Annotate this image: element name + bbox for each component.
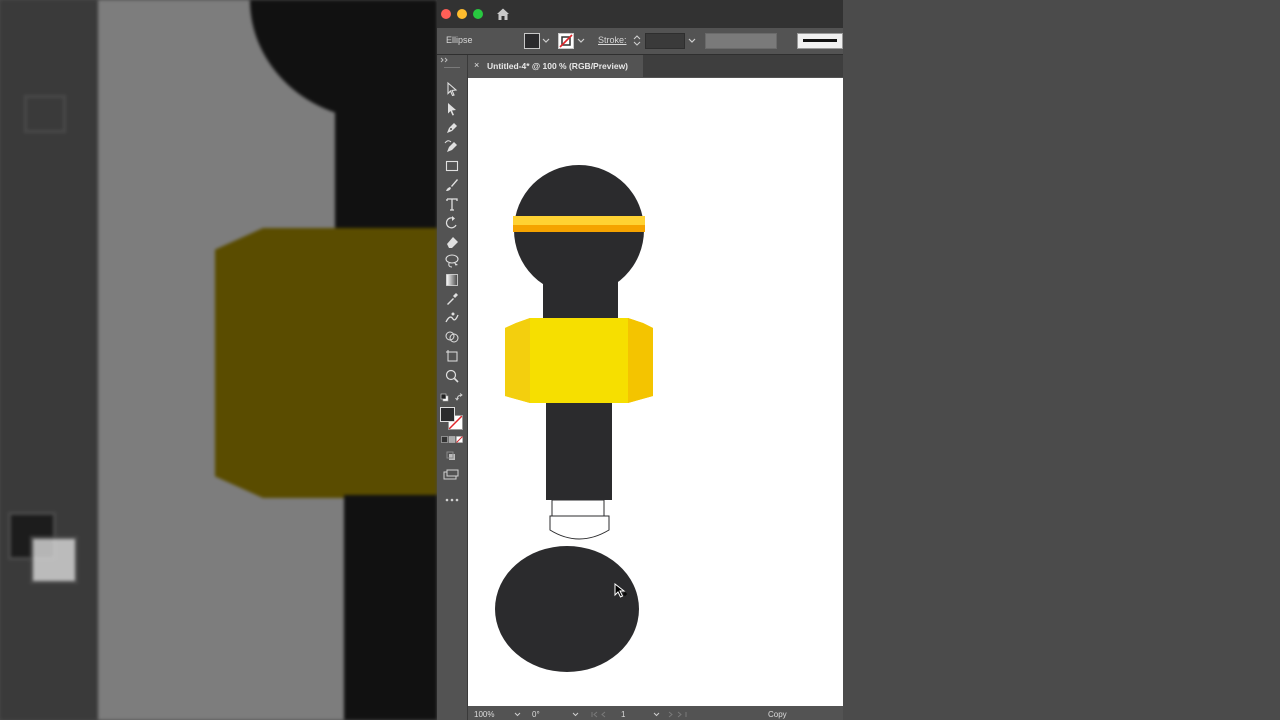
zoom-tool-icon[interactable]: [444, 368, 460, 384]
swap-colors-icon[interactable]: [455, 393, 464, 402]
brush-stroke-preview: [803, 39, 837, 42]
illustrator-window: Ellipse Stroke: × Untitled-4* @ 100 % (R…: [437, 0, 843, 720]
puppet-warp-tool-icon[interactable]: [444, 310, 460, 326]
close-tab-icon[interactable]: ×: [474, 60, 479, 70]
collapse-panel-icon[interactable]: [440, 57, 450, 63]
previous-artboard-icon[interactable]: [591, 711, 617, 718]
tools-panel: [437, 55, 468, 720]
rectangle-tool-icon[interactable]: [444, 158, 460, 174]
curvature-tool-icon[interactable]: [444, 139, 460, 155]
document-tab-bar: × Untitled-4* @ 100 % (RGB/Preview): [468, 55, 843, 77]
document-tab[interactable]: × Untitled-4* @ 100 % (RGB/Preview): [468, 55, 643, 77]
background-stroke-swatch: [30, 536, 78, 584]
background-zoomed-artwork: [0, 0, 437, 720]
home-icon[interactable]: [495, 6, 511, 22]
draw-modes-icon[interactable]: [446, 451, 457, 462]
selection-tool-icon[interactable]: [444, 81, 460, 97]
background-mic-band: [215, 228, 437, 498]
rotate-tool-icon[interactable]: [444, 215, 460, 231]
shape-builder-tool-icon[interactable]: [444, 329, 460, 345]
default-colors-icon[interactable]: [440, 393, 449, 402]
mic-connector-bottom[interactable]: [549, 515, 610, 540]
next-artboard-icon[interactable]: [666, 711, 692, 718]
stroke-dropdown-chevron-icon[interactable]: [577, 38, 585, 44]
stroke-weight-chevron-icon[interactable]: [688, 38, 696, 44]
pen-tool-icon[interactable]: [444, 120, 460, 136]
zoom-level[interactable]: 100%: [474, 710, 494, 719]
mic-band-right-facet: [628, 318, 653, 403]
background-mic-neck: [335, 100, 437, 240]
eraser-tool-icon[interactable]: [444, 234, 460, 250]
mic-connector-top[interactable]: [551, 499, 605, 517]
artboard-chevron-icon[interactable]: [653, 712, 660, 717]
control-bar: Ellipse Stroke:: [437, 28, 843, 55]
background-gradient-icon: [24, 95, 66, 133]
brush-definition[interactable]: [797, 33, 843, 49]
gradient-tool-icon[interactable]: [444, 272, 460, 288]
zoom-window-button[interactable]: [473, 9, 483, 19]
artboard-tool-icon[interactable]: [444, 348, 460, 364]
stroke-weight-input[interactable]: [645, 33, 685, 49]
lasso-tool-icon[interactable]: [444, 253, 460, 269]
stroke-label[interactable]: Stroke:: [598, 35, 627, 45]
fill-stroke-icon[interactable]: [440, 407, 464, 431]
more-tools-icon[interactable]: [445, 498, 459, 502]
background-mic-shaft: [344, 495, 437, 720]
mic-stripe-yellow[interactable]: [513, 216, 645, 225]
artboard-number[interactable]: 1: [621, 710, 625, 719]
fill-indicator[interactable]: [440, 407, 455, 422]
selected-ellipse[interactable]: [495, 546, 639, 672]
stroke-weight-stepper-icon[interactable]: [633, 34, 641, 47]
mouse-cursor-icon: [614, 583, 627, 598]
direct-selection-tool-icon[interactable]: [444, 101, 460, 117]
eyedropper-tool-icon[interactable]: [444, 291, 460, 307]
rotation-angle[interactable]: 0°: [532, 710, 540, 719]
variable-width-profile[interactable]: [705, 33, 777, 49]
paintbrush-tool-icon[interactable]: [444, 177, 460, 193]
fill-dropdown-chevron-icon[interactable]: [542, 38, 550, 44]
mic-stripe-orange[interactable]: [513, 225, 645, 232]
title-bar: [437, 0, 843, 28]
artwork: [495, 165, 653, 672]
background-toolbar: [0, 0, 98, 720]
mic-band-left-facet: [505, 318, 530, 403]
stroke-swatch[interactable]: [558, 33, 574, 49]
type-tool-icon[interactable]: [444, 196, 460, 212]
color-modes-icon[interactable]: [441, 436, 463, 444]
no-stroke-icon: [559, 34, 573, 48]
zoom-chevron-icon[interactable]: [514, 712, 521, 717]
document-tab-title[interactable]: Untitled-4* @ 100 % (RGB/Preview): [487, 61, 628, 71]
mic-neck[interactable]: [543, 273, 618, 318]
fill-swatch[interactable]: [524, 33, 540, 49]
object-type-label: Ellipse: [446, 35, 473, 45]
status-bar: 100% 0° 1 Copy: [468, 706, 843, 720]
screen-mode-icon[interactable]: [443, 469, 459, 480]
status-toggle-label[interactable]: Copy: [768, 710, 787, 719]
minimize-window-button[interactable]: [457, 9, 467, 19]
mic-shaft[interactable]: [546, 403, 612, 500]
artboard-canvas[interactable]: [468, 78, 843, 706]
panel-grip: [444, 67, 460, 68]
close-window-button[interactable]: [441, 9, 451, 19]
rotation-chevron-icon[interactable]: [572, 712, 579, 717]
